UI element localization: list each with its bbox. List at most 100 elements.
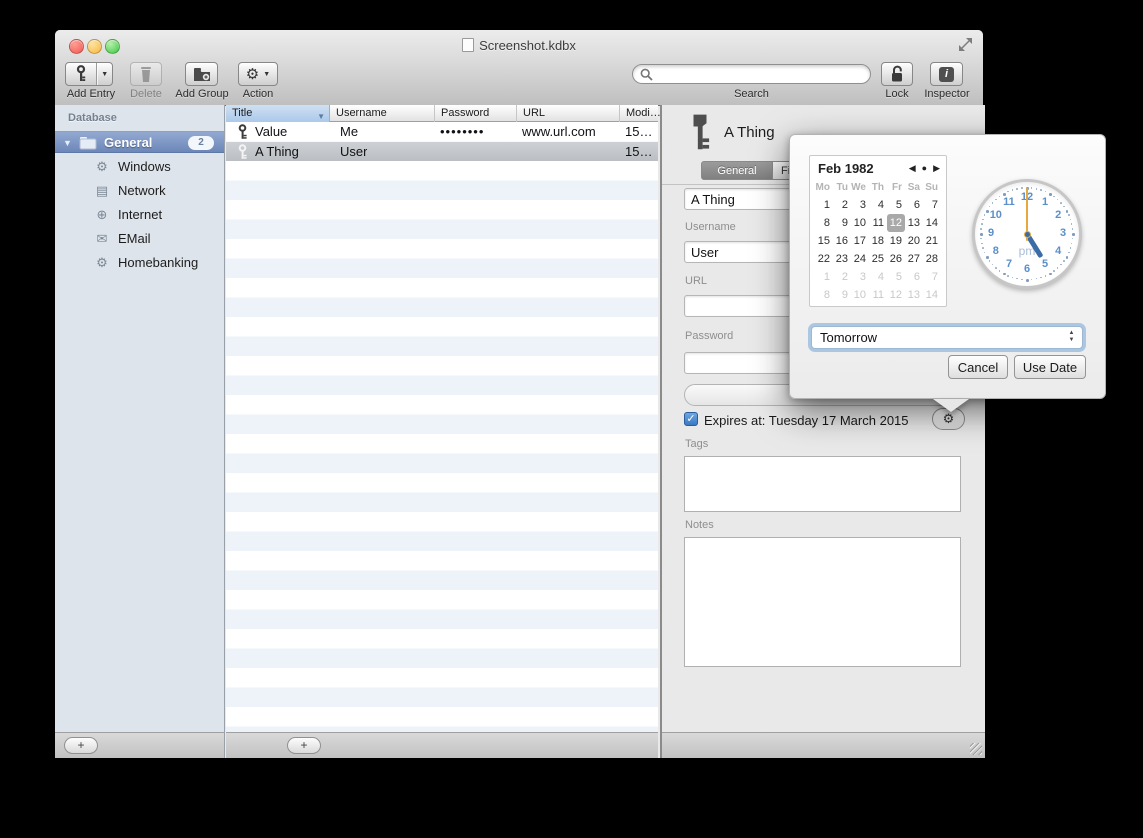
- calendar-day[interactable]: 16: [833, 232, 851, 250]
- add-entry-label: Add Entry: [62, 88, 120, 100]
- table-row[interactable]: ValueMe••••••••www.url.com15…: [226, 122, 658, 142]
- calendar-day[interactable]: 5: [887, 196, 905, 214]
- calendar-day[interactable]: 14: [923, 286, 941, 304]
- today-icon[interactable]: ●: [922, 162, 927, 174]
- add-group-button[interactable]: [185, 62, 218, 86]
- calendar-day-header: Sa: [905, 182, 923, 193]
- expires-checkbox[interactable]: ✓: [684, 412, 698, 426]
- calendar-day[interactable]: 17: [851, 232, 869, 250]
- add-entry-plus-button[interactable]: +: [287, 737, 321, 754]
- calendar-day[interactable]: 14: [923, 214, 941, 232]
- calendar-day[interactable]: 12: [887, 286, 905, 304]
- calendar-day[interactable]: 6: [905, 196, 923, 214]
- next-month-icon[interactable]: ▶: [933, 162, 940, 174]
- calendar-day[interactable]: 2: [833, 268, 851, 286]
- calendar-day[interactable]: 25: [869, 250, 887, 268]
- calendar-day[interactable]: 9: [833, 286, 851, 304]
- action-button[interactable]: ⚙ ▼: [238, 62, 278, 86]
- column-header-title[interactable]: Title▼: [226, 105, 330, 122]
- add-entry-button[interactable]: ▼: [65, 62, 113, 86]
- clock-numeral: 7: [1001, 258, 1017, 272]
- clock-numeral: 4: [1050, 245, 1066, 259]
- calendar-day[interactable]: 13: [905, 286, 923, 304]
- calendar-day[interactable]: 10: [851, 214, 869, 232]
- calendar-day[interactable]: 1: [815, 268, 833, 286]
- clock-tick: [1045, 191, 1047, 193]
- calendar-day[interactable]: 23: [833, 250, 851, 268]
- table-row[interactable]: A ThingUser15…: [226, 142, 658, 162]
- calendar-day[interactable]: 18: [869, 232, 887, 250]
- sidebar-item-windows[interactable]: ⚙Windows: [55, 155, 225, 179]
- key-icon: [237, 124, 248, 140]
- calendar-day[interactable]: 11: [869, 286, 887, 304]
- search-input[interactable]: [632, 64, 871, 84]
- calendar-day[interactable]: 1: [815, 196, 833, 214]
- sidebar-item-internet[interactable]: ⊕ Internet: [55, 203, 225, 227]
- table-header: Title▼ Username Password URL Modi…: [226, 105, 658, 122]
- calendar-day[interactable]: 6: [905, 268, 923, 286]
- sidebar-item-homebanking[interactable]: ⚙Homebanking: [55, 251, 225, 275]
- column-header-username[interactable]: Username: [330, 105, 435, 122]
- sidebar-item-email[interactable]: ✉EMail: [55, 227, 225, 251]
- tab-general[interactable]: General: [701, 161, 773, 180]
- clock-tick: [989, 260, 991, 262]
- calendar-day[interactable]: 9: [833, 214, 851, 232]
- popover-tail: [933, 399, 969, 412]
- calendar-day[interactable]: 10: [851, 286, 869, 304]
- clock-tick: [981, 243, 983, 245]
- notes-field[interactable]: [684, 537, 961, 667]
- sidebar-group-general[interactable]: ▼ General 2: [55, 131, 225, 153]
- calendar-day-headers: MoTuWeThFrSaSu: [815, 182, 941, 193]
- sidebar-item-network[interactable]: ▤Network: [55, 179, 225, 203]
- calendar-day[interactable]: 5: [887, 268, 905, 286]
- tags-field[interactable]: [684, 456, 961, 512]
- column-header-password[interactable]: Password: [435, 105, 517, 122]
- calendar-day[interactable]: 7: [923, 196, 941, 214]
- sidebar-footer: +: [55, 732, 225, 758]
- calendar-day[interactable]: 22: [815, 250, 833, 268]
- calendar-day[interactable]: 8: [815, 286, 833, 304]
- date-preset-dropdown[interactable]: Tomorrow ▲▼: [811, 326, 1083, 349]
- clock-tick: [995, 267, 997, 269]
- sidebar-item-label: EMail: [118, 231, 151, 246]
- clock-tick: [982, 247, 984, 249]
- add-group-plus-button[interactable]: +: [64, 737, 98, 754]
- delete-button[interactable]: [130, 62, 162, 86]
- column-header-modified[interactable]: Modi…: [620, 105, 658, 122]
- disclosure-triangle-icon[interactable]: ▼: [63, 138, 72, 148]
- calendar-day[interactable]: 11: [869, 214, 887, 232]
- calendar-day[interactable]: 21: [923, 232, 941, 250]
- column-header-url[interactable]: URL: [517, 105, 620, 122]
- resize-grip[interactable]: [970, 743, 982, 755]
- calendar-day[interactable]: 24: [851, 250, 869, 268]
- inspector-button[interactable]: i: [930, 62, 963, 86]
- calendar-day[interactable]: 4: [869, 268, 887, 286]
- calendar-day[interactable]: 4: [869, 196, 887, 214]
- prev-month-icon[interactable]: ◀: [909, 162, 916, 174]
- calendar-day[interactable]: 26: [887, 250, 905, 268]
- calendar-day[interactable]: 3: [851, 268, 869, 286]
- clock-numeral: 10: [988, 209, 1004, 223]
- calendar-day[interactable]: 3: [851, 196, 869, 214]
- calendar-day[interactable]: 20: [905, 232, 923, 250]
- clock-tick: [1053, 196, 1055, 198]
- calendar-day[interactable]: 15: [815, 232, 833, 250]
- lock-button[interactable]: [881, 62, 913, 86]
- fullscreen-icon[interactable]: [958, 37, 973, 52]
- calendar-day[interactable]: 13: [905, 214, 923, 232]
- calendar-day-header: Tu: [833, 182, 851, 193]
- cell-username: User: [340, 144, 367, 159]
- sidebar-item-label: Internet: [118, 207, 162, 222]
- cancel-button[interactable]: Cancel: [948, 355, 1008, 379]
- calendar-day[interactable]: 2: [833, 196, 851, 214]
- calendar-day[interactable]: 27: [905, 250, 923, 268]
- key-icon: [237, 144, 248, 160]
- globe-icon: ⊕: [93, 207, 111, 223]
- calendar-day[interactable]: 28: [923, 250, 941, 268]
- clock-tick: [992, 202, 994, 204]
- use-date-button[interactable]: Use Date: [1014, 355, 1086, 379]
- calendar-day[interactable]: 8: [815, 214, 833, 232]
- calendar-day[interactable]: 19: [887, 232, 905, 250]
- calendar-day[interactable]: 12: [887, 214, 905, 232]
- calendar-day[interactable]: 7: [923, 268, 941, 286]
